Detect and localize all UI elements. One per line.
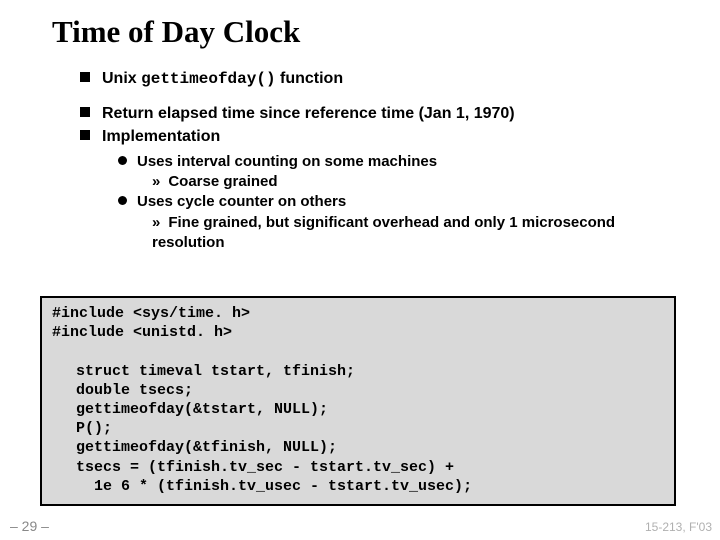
code-line: #include <unistd. h> — [52, 324, 232, 341]
disc-bullet-icon — [118, 156, 127, 165]
subsub-bullet-text: Coarse grained — [168, 173, 277, 190]
bullet-text: Return elapsed time since reference time… — [102, 105, 515, 122]
subsub-bullet-item: » Coarse grained — [152, 172, 680, 192]
code-block: #include <sys/time. h> #include <unistd.… — [40, 296, 676, 506]
page-number: – 29 – — [10, 518, 49, 534]
bullet-text: Implementation — [102, 128, 220, 145]
bullet-item: Unix gettimeofday() function — [80, 68, 680, 91]
square-bullet-icon — [80, 107, 90, 117]
disc-bullet-icon — [118, 196, 127, 205]
bullet-list: Unix gettimeofday() function Return elap… — [80, 68, 680, 253]
bullet-item: Return elapsed time since reference time… — [80, 103, 680, 125]
code-line: #include <sys/time. h> — [52, 305, 250, 322]
code-line: double tsecs; — [76, 381, 664, 400]
code-line: gettimeofday(&tstart, NULL); — [76, 400, 664, 419]
code-line: P(); — [76, 419, 664, 438]
sub-bullet-text: Uses interval counting on some machines — [137, 153, 437, 170]
bullet-text-mono: gettimeofday() — [141, 70, 275, 88]
square-bullet-icon — [80, 72, 90, 82]
sub-bullet-item: Uses cycle counter on others — [118, 192, 680, 212]
sub-bullet-item: Uses interval counting on some machines — [118, 152, 680, 172]
footer-right: 15-213, F'03 — [645, 520, 712, 534]
bullet-item: Implementation — [80, 126, 680, 148]
subsub-bullet-text: Fine grained, but significant overhead a… — [152, 214, 615, 251]
raquo-bullet-icon: » — [152, 213, 160, 233]
raquo-bullet-icon: » — [152, 172, 160, 192]
code-line: tsecs = (tfinish.tv_sec - tstart.tv_sec)… — [76, 458, 664, 477]
slide: Time of Day Clock Unix gettimeofday() fu… — [0, 0, 720, 540]
subsub-bullet-item: »Fine grained, but significant overhead … — [152, 213, 672, 254]
bullet-text-pre: Unix — [102, 70, 141, 87]
code-line: struct timeval tstart, tfinish; — [76, 362, 664, 381]
code-line: gettimeofday(&tfinish, NULL); — [76, 438, 664, 457]
bullet-text-post: function — [276, 70, 344, 87]
square-bullet-icon — [80, 130, 90, 140]
code-line: 1e 6 * (tfinish.tv_usec - tstart.tv_usec… — [76, 477, 664, 496]
slide-title: Time of Day Clock — [52, 14, 300, 50]
sub-bullet-text: Uses cycle counter on others — [137, 193, 346, 210]
